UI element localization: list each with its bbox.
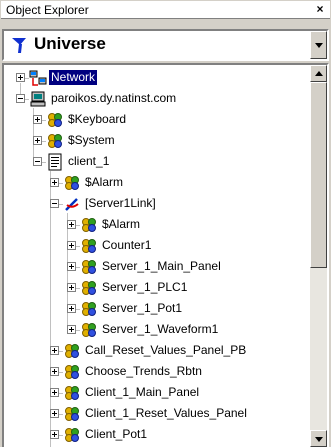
expand-icon[interactable] [50,178,59,187]
tree-item-label: Server_1_Main_Panel [102,259,221,273]
dropdown-button[interactable] [310,31,327,59]
tree-item-label: paroikos.dy.natinst.com [51,91,177,105]
tree-item[interactable]: paroikos.dy.natinst.com [4,89,310,110]
tree-item-label: Choose_Trends_Rbtn [85,364,202,378]
computer-icon [30,91,46,107]
expand-icon[interactable] [50,367,59,376]
expand-icon[interactable] [67,325,76,334]
tree-item[interactable]: Client_Pot1 [4,425,310,446]
tree-item[interactable]: Server_1_Pot1 [4,299,310,320]
expand-icon[interactable] [50,430,59,439]
process-icon [82,302,96,316]
network-icon [29,70,47,86]
tree-item[interactable]: Call_Reset_Values_Panel_PB [4,341,310,362]
expand-icon[interactable] [67,283,76,292]
object-tree: Network paroikos.dy.natinst.com $Keyboard $… [4,65,310,447]
process-icon [65,365,79,379]
tree-item[interactable]: $System [4,131,310,152]
process-icon [65,344,79,358]
process-icon [82,218,96,232]
expand-icon[interactable] [67,220,76,229]
tree-item[interactable]: $Keyboard [4,110,310,131]
expand-icon[interactable] [33,136,42,145]
tree-item-label: Server_1_Pot1 [102,301,183,315]
tree-item[interactable]: $Alarm [4,215,310,236]
scroll-up-button[interactable] [310,65,327,82]
process-icon [82,239,96,253]
link-icon [65,198,79,211]
object-explorer-window: Object Explorer × Universe Network paroik… [0,0,331,447]
window-title: Object Explorer [6,3,89,17]
tree-item[interactable]: Server_1_Main_Panel [4,257,310,278]
universe-dropdown-value: Universe [34,34,106,53]
tree-item[interactable]: [Server1Link] [4,194,310,215]
collapse-icon[interactable] [50,199,59,208]
process-icon [48,113,62,127]
expand-icon[interactable] [50,409,59,418]
title-bar[interactable]: Object Explorer × [1,1,330,19]
tree-item[interactable]: Client_1_Main_Panel [4,383,310,404]
expand-icon[interactable] [16,73,25,82]
process-icon [65,176,79,190]
tree-item-label: Counter1 [102,238,152,252]
tree-item-label: Server_1_Waveform1 [102,322,219,336]
tree-item-label: $Keyboard [68,112,127,126]
tree-item[interactable]: Network [4,68,310,89]
process-icon [82,260,96,274]
tree-item[interactable]: Choose_Trends_Rbtn [4,362,310,383]
vertical-scrollbar[interactable] [310,65,327,447]
tree-item-label: $Alarm [102,217,141,231]
tree-pane: Network paroikos.dy.natinst.com $Keyboard $… [2,63,329,447]
expand-icon[interactable] [67,304,76,313]
process-icon [48,134,62,148]
universe-dropdown[interactable]: Universe [2,29,329,61]
process-icon [65,407,79,421]
tree-item-label: Network [49,70,98,85]
tree-item-label: client_1 [68,154,110,168]
close-button[interactable]: × [313,3,327,16]
collapse-icon[interactable] [33,157,42,166]
tree-item[interactable]: Server_1_PLC1 [4,278,310,299]
tree-item[interactable]: Client_1_Reset_Values_Panel [4,404,310,425]
expand-icon[interactable] [67,262,76,271]
tree-item[interactable]: client_1 [4,152,310,173]
expand-icon[interactable] [33,115,42,124]
tree-item-label: Server_1_PLC1 [102,280,188,294]
arrow-down-icon [315,437,323,442]
tree-item[interactable]: $Alarm [4,173,310,194]
process-icon [82,323,96,337]
collapse-icon[interactable] [16,94,25,103]
tree-item-label: [Server1Link] [85,196,156,210]
process-icon [65,428,79,442]
scrollbar-thumb[interactable] [310,82,327,268]
tree-item-label: $System [68,133,115,147]
tree-item-label: $Alarm [85,175,124,189]
document-icon [48,153,62,171]
universe-icon [12,38,26,53]
expand-icon[interactable] [50,346,59,355]
expand-icon[interactable] [67,241,76,250]
tree-item[interactable]: Counter1 [4,236,310,257]
scroll-down-button[interactable] [310,430,327,447]
chevron-down-icon [315,43,323,48]
tree-item[interactable]: Server_1_Waveform1 [4,320,310,341]
tree-item-label: Call_Reset_Values_Panel_PB [85,343,247,357]
tree-item-label: Client_1_Reset_Values_Panel [85,406,247,420]
tree-item-label: Client_1_Main_Panel [85,385,200,399]
process-icon [65,386,79,400]
tree-item-label: Client_Pot1 [85,427,148,441]
expand-icon[interactable] [50,388,59,397]
process-icon [82,281,96,295]
arrow-up-icon [315,71,323,76]
